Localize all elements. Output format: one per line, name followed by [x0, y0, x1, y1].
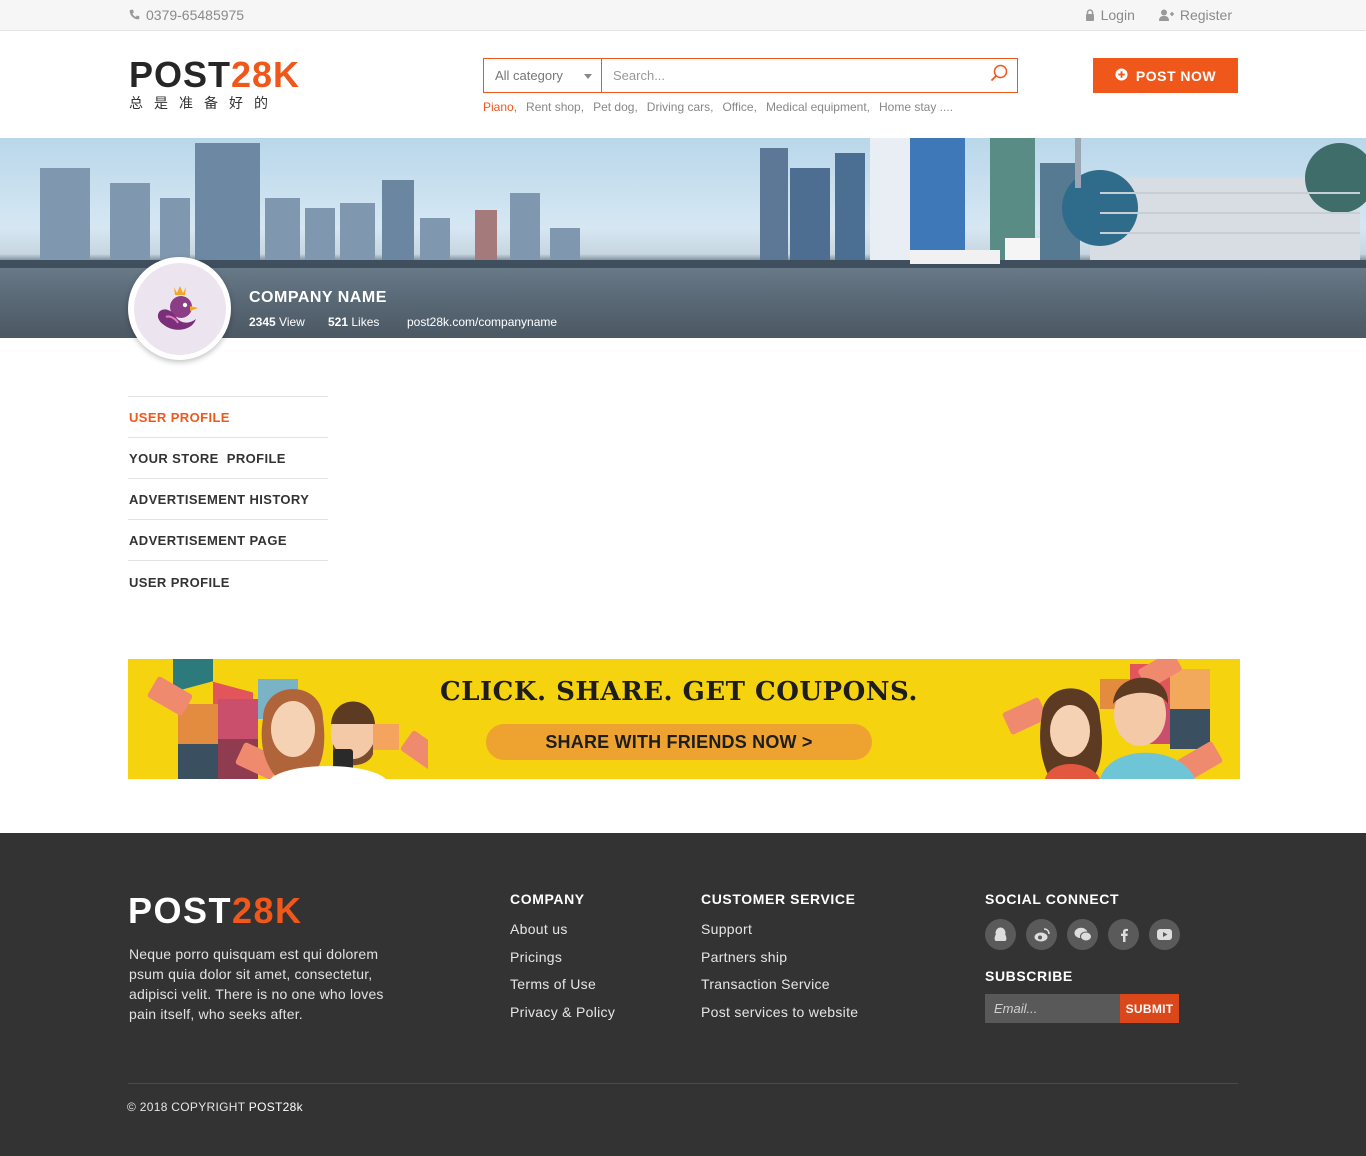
youtube-icon[interactable]	[1149, 919, 1180, 950]
footer-link-pricings[interactable]: Pricings	[510, 949, 615, 977]
footer-link-post-services[interactable]: Post services to website	[701, 1004, 858, 1032]
popular-tags: Piano, Rent shop, Pet dog, Driving cars,…	[483, 100, 953, 114]
menu-item-advertisement-page[interactable]: ADVERTISEMENT PAGE	[128, 520, 328, 561]
profile-side-menu: USER PROFILE YOUR STORE PROFILE ADVERTIS…	[128, 396, 328, 603]
logo-tagline: 总是准备好的	[129, 95, 279, 111]
views-stat: 2345 View	[249, 315, 305, 329]
likes-stat: 521 Likes	[328, 315, 380, 329]
footer-logo[interactable]: POST28K	[128, 891, 303, 931]
tag-link[interactable]: Rent shop,	[526, 100, 584, 114]
footer-social-column: SOCIAL CONNECT	[985, 891, 1119, 921]
tag-link[interactable]: Piano,	[483, 100, 517, 114]
register-label: Register	[1179, 7, 1232, 23]
footer-link-transaction[interactable]: Transaction Service	[701, 976, 858, 1004]
phone-icon	[129, 7, 140, 23]
tag-link[interactable]: Office,	[722, 100, 756, 114]
menu-item-user-profile[interactable]: USER PROFILE	[128, 397, 328, 438]
footer-divider	[128, 1083, 1238, 1084]
tag-link[interactable]: Pet dog,	[593, 100, 638, 114]
footer-customer-service-column: CUSTOMER SERVICE Support Partners ship T…	[701, 891, 858, 1031]
tag-link[interactable]: Medical equipment,	[766, 100, 870, 114]
category-select-value: All category	[495, 68, 563, 83]
category-select[interactable]: All category	[484, 59, 602, 92]
qq-icon[interactable]	[985, 919, 1016, 950]
user-add-icon	[1158, 9, 1174, 21]
footer-link-privacy[interactable]: Privacy & Policy	[510, 1004, 615, 1032]
company-name: COMPANY NAME	[249, 289, 387, 306]
facebook-icon[interactable]	[1108, 919, 1139, 950]
site-logo[interactable]: POST28K 总是准备好的	[129, 57, 300, 113]
lock-icon	[1085, 9, 1095, 21]
search-input[interactable]	[602, 59, 981, 92]
search-icon	[990, 64, 1008, 87]
menu-item-advertisement-history[interactable]: ADVERTISEMENT HISTORY	[128, 479, 328, 520]
weibo-icon[interactable]	[1026, 919, 1057, 950]
company-stats: 2345 View 521 Likes post28k.com/companyn…	[249, 315, 557, 329]
promo-illustration-right	[1002, 659, 1223, 779]
post-now-label: POST NOW	[1135, 67, 1217, 84]
promo-banner[interactable]: CLICK. SHARE. GET COUPONS. SHARE WITH FR…	[128, 659, 1240, 779]
submit-button[interactable]: SUBMIT	[1120, 994, 1179, 1023]
footer-company-column: COMPANY About us Pricings Terms of Use P…	[510, 891, 615, 1031]
search-button[interactable]	[981, 59, 1017, 92]
copyright: © 2018 COPYRIGHT POST28k	[127, 1100, 303, 1114]
share-with-friends-button[interactable]: SHARE WITH FRIENDS NOW >	[486, 724, 872, 760]
footer-description: Neque porro quisquam est qui dolorem psu…	[129, 946, 384, 1022]
register-link[interactable]: Register	[1158, 7, 1232, 23]
footer-link-partners[interactable]: Partners ship	[701, 949, 858, 977]
wechat-icon[interactable]	[1067, 919, 1098, 950]
footer-link-about[interactable]: About us	[510, 921, 615, 949]
menu-item-store-profile[interactable]: YOUR STORE PROFILE	[128, 438, 328, 479]
plus-circle-icon	[1115, 67, 1128, 84]
footer-subscribe-title: SUBSCRIBE	[985, 968, 1073, 984]
footer-company-title: COMPANY	[510, 891, 585, 907]
caret-down-icon	[584, 74, 592, 79]
menu-item-user-profile-2[interactable]: USER PROFILE	[128, 561, 328, 603]
company-avatar[interactable]	[128, 257, 231, 360]
tag-link[interactable]: Home stay ....	[879, 100, 953, 114]
social-icons	[985, 919, 1180, 950]
phone-number: 0379-65485975	[146, 7, 245, 23]
login-label: Login	[1100, 7, 1135, 23]
post-now-button[interactable]: POST NOW	[1093, 58, 1238, 93]
footer-link-support[interactable]: Support	[701, 921, 858, 949]
site-header: POST28K 总是准备好的 All category Piano, Rent …	[0, 31, 1366, 138]
phone-contact: 0379-65485975	[129, 7, 244, 23]
subscribe-form: SUBMIT	[985, 994, 1179, 1023]
bird-logo-icon	[133, 262, 226, 355]
search-bar: All category	[483, 58, 1018, 93]
company-url[interactable]: post28k.com/companyname	[407, 315, 557, 329]
top-bar: 0379-65485975 Login Register	[0, 0, 1366, 31]
email-field[interactable]	[985, 994, 1120, 1023]
logo-wordmark: POST28K	[129, 54, 301, 95]
auth-links: Login Register	[1085, 7, 1232, 23]
footer-link-terms[interactable]: Terms of Use	[510, 976, 615, 1004]
login-link[interactable]: Login	[1085, 7, 1135, 23]
footer-social-title: SOCIAL CONNECT	[985, 891, 1120, 907]
site-footer: POST28K Neque porro quisquam est qui dol…	[0, 833, 1366, 1156]
footer-customer-service-title: CUSTOMER SERVICE	[701, 891, 856, 907]
tag-link[interactable]: Driving cars,	[647, 100, 714, 114]
